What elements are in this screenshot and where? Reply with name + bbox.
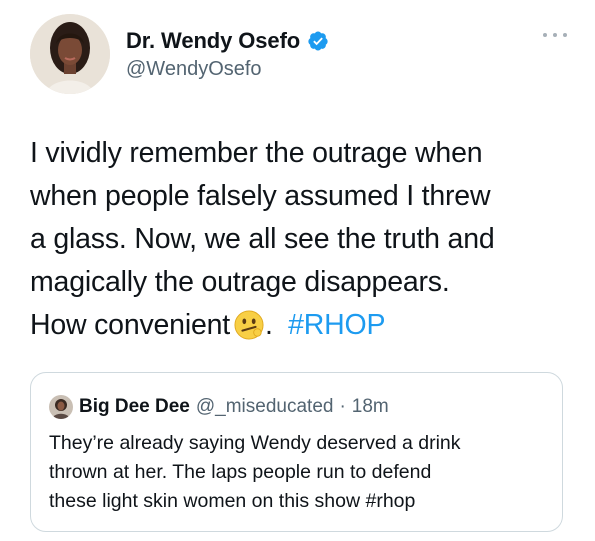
author-avatar[interactable]: [30, 14, 110, 94]
tweet-text-line: magically the outrage disappears.: [30, 266, 450, 298]
hashtag-link[interactable]: #RHOP: [288, 309, 385, 341]
tweet-text-line: when people falsely assumed I threw: [30, 180, 491, 212]
author-display-name[interactable]: Dr. Wendy Osefo: [126, 28, 300, 54]
quoted-text-line: thrown at her. The laps people run to de…: [49, 461, 432, 483]
face-with-diagonal-mouth-icon: [234, 310, 264, 340]
quoted-tweet-card[interactable]: Big Dee Dee @_miseducated · 18m They’re …: [30, 372, 563, 532]
verified-badge-icon: [308, 31, 328, 51]
author-name-row: Dr. Wendy Osefo: [126, 27, 329, 55]
tweet-text-line: How convenient: [30, 309, 230, 341]
quoted-display-name[interactable]: Big Dee Dee: [79, 396, 190, 418]
quoted-timestamp[interactable]: 18m: [352, 396, 389, 418]
tweet-text-last-line: How convenient . #RHOP: [30, 304, 575, 347]
avatar-image: [30, 14, 110, 94]
quoted-author-avatar[interactable]: [49, 395, 73, 419]
quoted-text-line: these light skin women on this show #rho…: [49, 490, 416, 512]
quoted-text-line: They’re already saying Wendy deserved a …: [49, 432, 461, 454]
tweet-text: I vividly remember the outrage when when…: [30, 132, 575, 347]
tweet-text-period: .: [264, 309, 273, 341]
tweet-text-line: I vividly remember the outrage when: [30, 137, 483, 169]
author-handle[interactable]: @WendyOsefo: [126, 58, 262, 81]
tweet-text-line: a glass. Now, we all see the truth and: [30, 223, 495, 255]
more-dot: [543, 33, 547, 37]
quoted-handle[interactable]: @_miseducated: [196, 396, 334, 418]
more-options-icon[interactable]: [543, 30, 567, 40]
quoted-tweet-text: They’re already saying Wendy deserved a …: [49, 429, 549, 516]
more-dot: [553, 33, 557, 37]
more-dot: [563, 33, 567, 37]
quoted-separator: ·: [339, 396, 346, 417]
quoted-tweet-header: Big Dee Dee @_miseducated · 18m: [49, 395, 389, 419]
